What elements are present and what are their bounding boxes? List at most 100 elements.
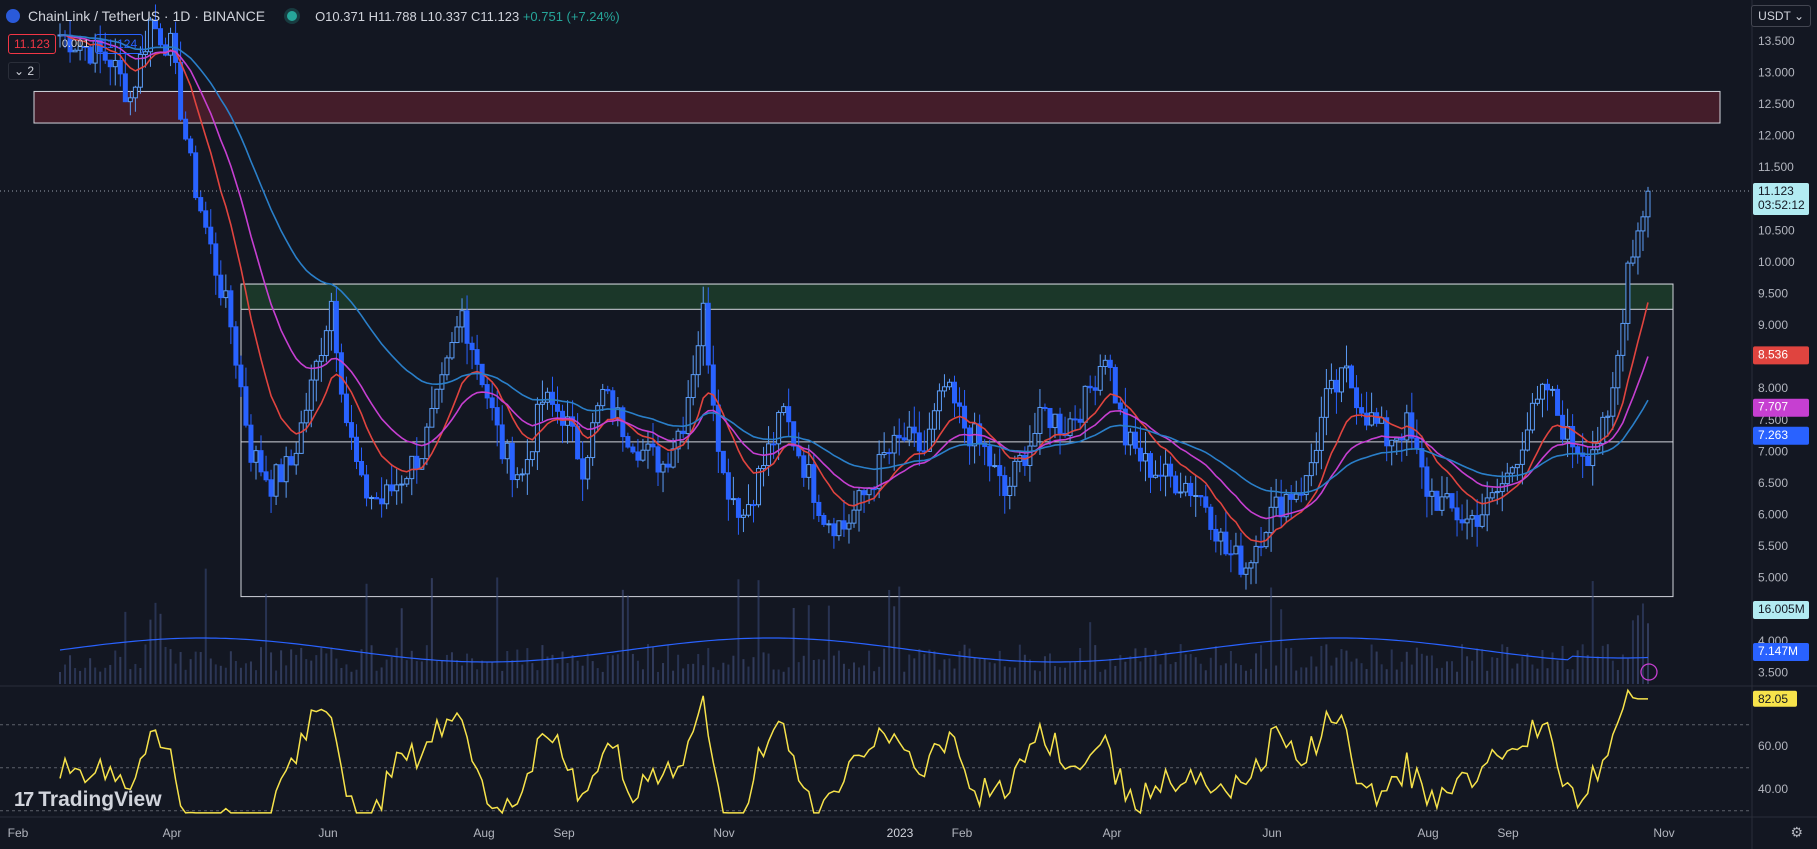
buy-price-button[interactable]: 11.124 xyxy=(95,34,144,54)
candle-body xyxy=(1585,455,1591,467)
price-tick-label: 3.500 xyxy=(1758,665,1788,679)
volume-bar xyxy=(1285,648,1288,684)
volume-bar xyxy=(1541,650,1544,684)
resistance-zone[interactable] xyxy=(33,90,1721,124)
volume-bar xyxy=(1631,620,1634,684)
candle-body xyxy=(1183,482,1189,493)
volume-bar xyxy=(1199,663,1202,684)
volume-bar xyxy=(651,647,654,684)
volume-bar xyxy=(933,651,936,684)
settings-gear-icon[interactable]: ⚙ xyxy=(1790,824,1803,841)
volume-bar xyxy=(1506,646,1509,684)
candle-body xyxy=(504,442,510,460)
candle-body xyxy=(464,310,470,344)
volume-bar xyxy=(1496,657,1499,684)
candle-body xyxy=(1308,462,1314,477)
candle-body xyxy=(992,465,998,468)
volume-bar xyxy=(94,667,97,684)
volume-bar xyxy=(229,651,232,684)
volume-bar xyxy=(239,667,242,684)
volume-bar xyxy=(1491,657,1494,684)
volume-bar xyxy=(626,595,629,684)
candle-body xyxy=(1142,453,1148,462)
candle-body xyxy=(1399,437,1405,441)
volume-bar xyxy=(114,650,117,684)
candle-body xyxy=(1504,472,1510,485)
volume-bar xyxy=(169,649,172,684)
candle-body xyxy=(1298,493,1304,496)
candle-body xyxy=(208,226,214,245)
candle-body xyxy=(283,456,289,483)
volume-bar xyxy=(1059,667,1062,684)
volume-bar xyxy=(435,660,438,684)
candle-body xyxy=(1374,412,1380,424)
candle-body xyxy=(700,302,706,347)
chart-stage[interactable]: 13.50013.00012.50012.00011.50011.00010.5… xyxy=(0,0,1817,849)
candle-body xyxy=(745,504,751,516)
volume-bar xyxy=(641,669,644,684)
volume-bar xyxy=(777,669,780,684)
volume-bar xyxy=(566,663,569,684)
volume-bar xyxy=(636,660,639,684)
sell-price-button[interactable]: 11.123 xyxy=(8,34,56,54)
currency-selector[interactable]: USDT ⌄ xyxy=(1751,5,1811,27)
candle-body xyxy=(946,381,952,388)
volume-bar xyxy=(335,658,338,684)
volume-bar xyxy=(827,605,830,684)
volume-bar xyxy=(606,655,609,684)
volume-bar xyxy=(1033,670,1036,684)
volume-bar xyxy=(456,660,458,684)
volume-bar xyxy=(1616,669,1619,684)
candle-body xyxy=(429,407,435,428)
volume-bar xyxy=(300,647,303,684)
candle-body xyxy=(1414,437,1420,450)
candle-body xyxy=(158,28,164,46)
volume-bar xyxy=(853,662,855,684)
time-tick-label: Apr xyxy=(163,826,182,840)
candle-body xyxy=(499,424,505,460)
candle-body xyxy=(117,59,123,75)
candle-body xyxy=(1052,413,1058,429)
candle-body xyxy=(198,197,204,212)
candle-body xyxy=(1615,354,1621,389)
price-tick-label: 10.500 xyxy=(1758,223,1795,237)
chart-canvas[interactable]: 13.50013.00012.50012.00011.50011.00010.5… xyxy=(0,0,1817,849)
candle-body xyxy=(348,422,354,438)
time-tick-label: Aug xyxy=(473,826,494,840)
volume-bar xyxy=(817,659,820,684)
volume-bar xyxy=(988,662,991,684)
candle-body xyxy=(369,497,375,500)
candle-body xyxy=(399,483,405,486)
volume-bar xyxy=(365,583,368,684)
volume-bar xyxy=(868,650,871,684)
volume-bar xyxy=(1546,668,1549,684)
candle-body xyxy=(881,452,887,456)
candle-body xyxy=(509,442,515,481)
candle-body xyxy=(1228,553,1234,556)
candle-body xyxy=(474,349,480,365)
volume-bar xyxy=(134,663,137,684)
price-tick-label: 6.000 xyxy=(1758,508,1788,522)
volume-bar xyxy=(526,648,529,684)
candle-body xyxy=(720,450,726,474)
volume-bar xyxy=(1445,661,1448,684)
volume-bar xyxy=(993,663,996,684)
volume-bar xyxy=(1164,652,1167,684)
volume-bar xyxy=(461,665,464,684)
indicators-toggle-button[interactable]: ⌄ 2 xyxy=(8,62,41,80)
volume-bar xyxy=(1476,648,1479,684)
volume-bar xyxy=(1350,661,1353,684)
volume-bar xyxy=(254,670,257,684)
candle-body xyxy=(1293,493,1299,500)
candle-body xyxy=(544,391,550,403)
symbol-title[interactable]: ChainLink / TetherUS · 1D · BINANCE xyxy=(28,8,265,24)
candle-body xyxy=(333,300,339,354)
volume-bar xyxy=(1435,668,1438,684)
candle-body xyxy=(1449,493,1455,509)
candle-body xyxy=(1514,463,1520,469)
support-zone[interactable] xyxy=(240,283,1674,310)
volume-bar xyxy=(345,664,348,684)
volume-bar xyxy=(747,666,750,684)
volume-bar xyxy=(797,662,800,684)
volume-bar xyxy=(1611,660,1614,684)
